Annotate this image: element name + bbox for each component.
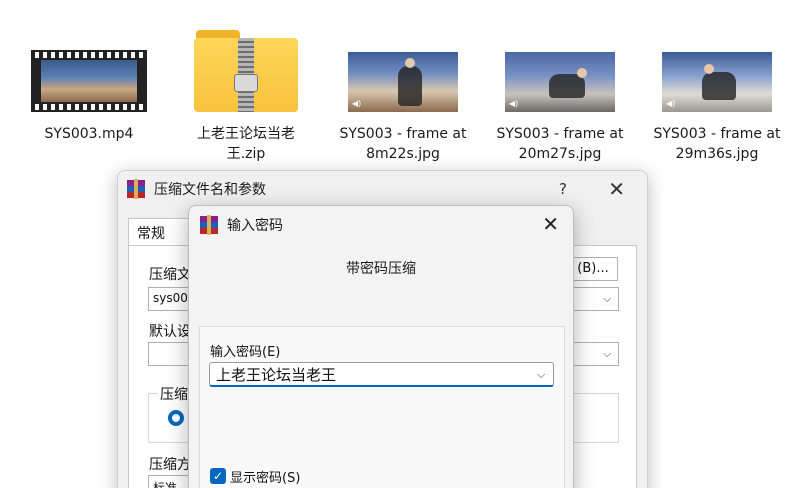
file-image-1[interactable]: ◀) SYS003 - frame at 8m22s.jpg <box>338 8 468 164</box>
dialog-title: 输入密码 <box>227 218 283 234</box>
file-name: SYS003 - frame at 8m22s.jpg <box>339 126 467 162</box>
video-file-icon <box>31 50 147 112</box>
chevron-down-icon[interactable]: ⌵ <box>603 347 611 361</box>
show-password-label[interactable]: 显示密码(S) <box>230 467 300 486</box>
close-button[interactable]: ✕ <box>542 212 559 236</box>
file-name: SYS003 - frame at 29m36s.jpg <box>653 126 781 162</box>
browse-button[interactable]: (B)... <box>568 257 618 281</box>
close-button[interactable]: ✕ <box>608 177 625 201</box>
dialog-titlebar: 压缩文件名和参数 <box>118 171 647 207</box>
password-input[interactable] <box>209 362 554 387</box>
winrar-icon <box>199 215 219 235</box>
winrar-icon <box>126 179 146 199</box>
default-profile-label: 默认设 <box>149 324 191 340</box>
file-image-3[interactable]: ◀) SYS003 - frame at 29m36s.jpg <box>652 8 782 164</box>
image-file-icon: ◀) <box>662 52 772 112</box>
help-button[interactable]: ? <box>559 180 567 198</box>
method-label: 压缩方 <box>149 457 191 473</box>
image-file-icon: ◀) <box>505 52 615 112</box>
chevron-down-icon[interactable]: ⌵ <box>603 292 611 306</box>
password-label: 输入密码(E) <box>210 345 281 360</box>
format-radio[interactable] <box>168 410 184 426</box>
file-name: SYS003.mp4 <box>44 126 134 142</box>
archive-name-label: 压缩文 <box>149 267 191 283</box>
file-name: 上老王论坛当老王.zip <box>197 126 295 162</box>
file-name: SYS003 - frame at 20m27s.jpg <box>496 126 624 162</box>
dialog-subtitle: 带密码压缩 <box>346 261 416 277</box>
image-file-icon: ◀) <box>348 52 458 112</box>
format-label: 压缩 <box>158 384 190 404</box>
show-password-checkbox[interactable]: ✓ <box>210 468 226 484</box>
enter-password-dialog: 输入密码 ✕ 带密码压缩 输入密码(E) ⌵ ✓ 显示密码(S) <box>188 205 574 488</box>
file-zip[interactable]: 上老王论坛当老王.zip <box>181 8 311 164</box>
file-video[interactable]: SYS003.mp4 <box>24 8 154 144</box>
chevron-down-icon[interactable]: ⌵ <box>537 368 545 382</box>
zip-folder-icon <box>194 30 298 112</box>
tab-general[interactable]: 常规 <box>128 218 190 246</box>
dialog-title: 压缩文件名和参数 <box>154 182 266 198</box>
file-image-2[interactable]: ◀) SYS003 - frame at 20m27s.jpg <box>495 8 625 164</box>
dialog-titlebar: 输入密码 <box>189 206 573 244</box>
